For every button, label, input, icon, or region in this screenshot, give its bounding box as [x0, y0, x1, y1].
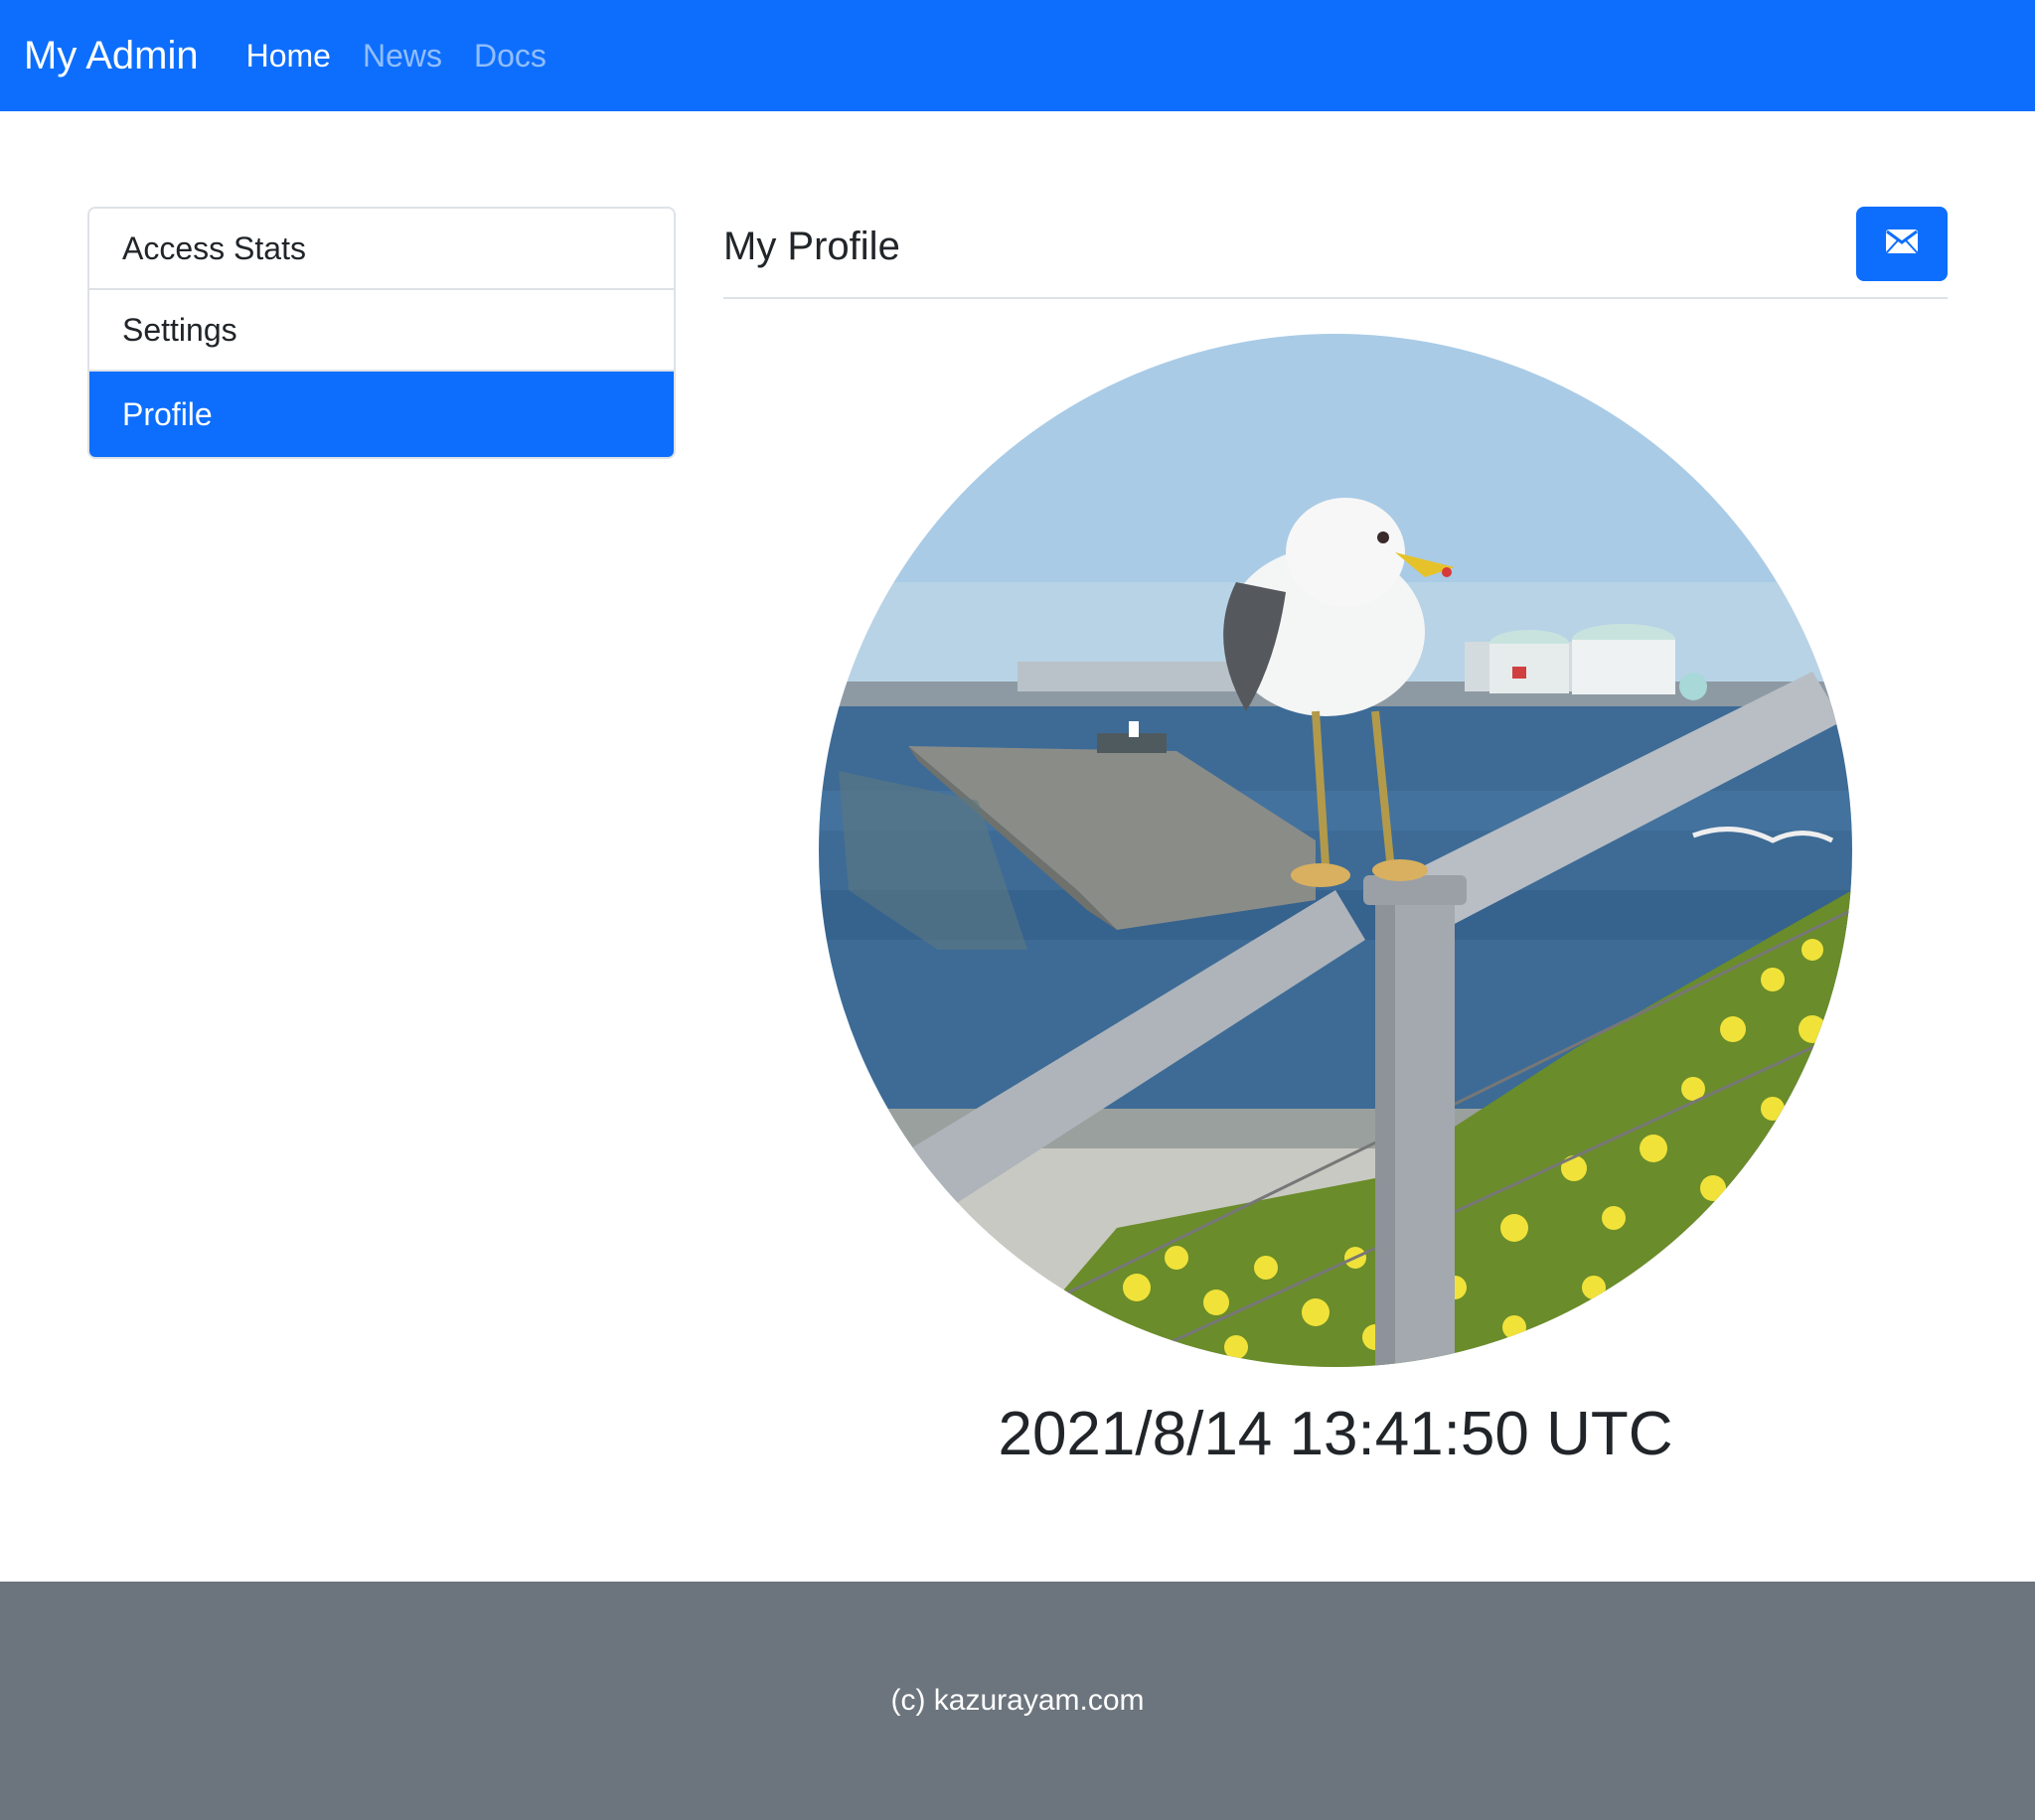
- top-navbar: My Admin Home News Docs: [0, 0, 2035, 111]
- brand-link[interactable]: My Admin: [24, 34, 199, 78]
- envelope-icon: [1885, 228, 1919, 259]
- page-title: My Profile: [723, 225, 900, 268]
- main-content: My Profile 2021/8/14 13:41:50 UTC: [723, 207, 1948, 1468]
- nav-link-home[interactable]: Home: [246, 38, 331, 75]
- profile-avatar: [819, 334, 1852, 1367]
- nav-link-news[interactable]: News: [363, 38, 442, 75]
- profile-photo: [819, 334, 1852, 1367]
- sidebar-menu: Access Stats Settings Profile: [87, 207, 676, 459]
- nav-link-docs[interactable]: Docs: [474, 38, 547, 75]
- footer-copyright: (c) kazurayam.com: [890, 1684, 1145, 1717]
- mail-button[interactable]: [1856, 207, 1948, 281]
- sidebar-item-profile[interactable]: Profile: [89, 372, 674, 457]
- sidebar-item-access-stats[interactable]: Access Stats: [89, 209, 674, 290]
- profile-timestamp: 2021/8/14 13:41:50 UTC: [998, 1400, 1673, 1468]
- page-footer: (c) kazurayam.com: [0, 1582, 2035, 1820]
- sidebar-item-settings[interactable]: Settings: [89, 290, 674, 372]
- page-header: My Profile: [723, 207, 1948, 299]
